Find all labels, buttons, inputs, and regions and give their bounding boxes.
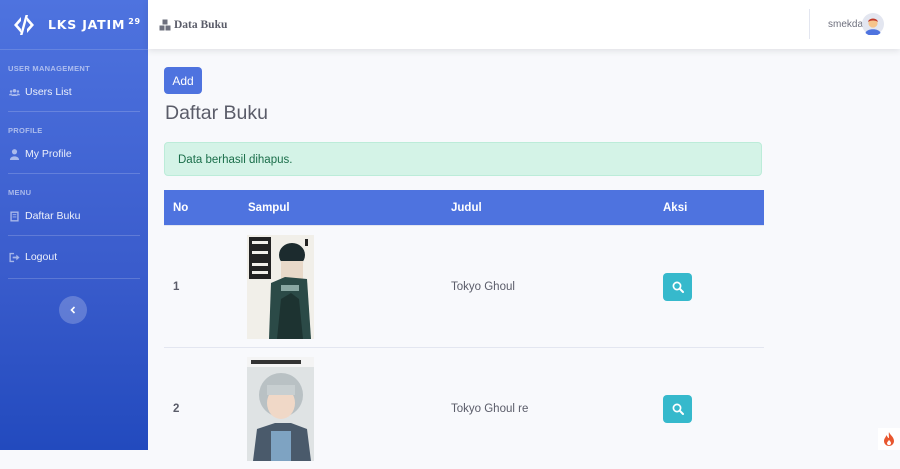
column-header-sampul: Sampul (239, 190, 442, 226)
sidebar-item-daftar-buku[interactable]: Daftar Buku (0, 201, 148, 231)
books-table: No Sampul Judul Aksi 1 (164, 190, 764, 469)
table-row: 1 (164, 226, 764, 348)
column-header-aksi: Aksi (654, 190, 764, 226)
table-header-row: No Sampul Judul Aksi (164, 190, 764, 226)
sidebar-heading-profile: PROFILE (0, 112, 148, 135)
book-title: Tokyo Ghoul (442, 226, 654, 348)
search-icon (672, 281, 684, 293)
sidebar-item-label: Logout (25, 251, 57, 263)
column-header-no: No (164, 190, 239, 226)
sidebar-divider (8, 235, 140, 236)
code-logo-icon (10, 11, 38, 39)
add-button[interactable]: Add (164, 67, 202, 94)
cover-cell (239, 348, 442, 469)
sidebar-heading-user-management: USER MANAGEMENT (0, 50, 148, 73)
view-button[interactable] (663, 273, 692, 301)
sidebar-toggle-button[interactable] (59, 296, 87, 324)
book-title: Tokyo Ghoul re (442, 348, 654, 469)
sidebar-item-logout[interactable]: Logout (0, 242, 148, 272)
action-cell (654, 348, 764, 469)
column-header-judul: Judul (442, 190, 654, 226)
username[interactable]: smekda (828, 19, 863, 30)
sidebar-item-label: Daftar Buku (25, 210, 80, 222)
book-cover-image (247, 357, 314, 461)
success-alert: Data berhasil dihapus. (164, 142, 762, 176)
action-cell (654, 226, 764, 348)
chevron-left-icon (69, 306, 77, 314)
avatar[interactable] (862, 13, 884, 35)
row-number: 1 (164, 226, 239, 348)
brand-name: LKS JATIM29 (48, 17, 141, 32)
page-heading: Data Buku (159, 19, 227, 31)
brand[interactable]: LKS JATIM29 (0, 0, 148, 50)
table-row: 2 Tokyo Ghoul re (164, 348, 764, 469)
search-icon (672, 403, 684, 415)
topbar-divider (809, 9, 810, 39)
sidebar-item-users-list[interactable]: Users List (0, 77, 148, 107)
sidebar-heading-menu: MENU (0, 174, 148, 197)
topbar: Data Buku smekda (148, 0, 900, 49)
row-number: 2 (164, 348, 239, 469)
sidebar-item-label: Users List (25, 86, 72, 98)
view-button[interactable] (663, 395, 692, 423)
sidebar-item-label: My Profile (25, 148, 72, 160)
page-title: Daftar Buku (165, 102, 268, 125)
sidebar-divider (8, 278, 140, 279)
sidebar: LKS JATIM29 USER MANAGEMENT Users List P… (0, 0, 148, 450)
cover-cell (239, 226, 442, 348)
boxes-icon (159, 19, 171, 31)
book-icon (9, 211, 20, 222)
sidebar-item-my-profile[interactable]: My Profile (0, 139, 148, 169)
sign-out-icon (9, 252, 20, 263)
page-heading-text: Data Buku (174, 19, 227, 31)
flame-icon[interactable] (878, 428, 900, 450)
user-icon (9, 149, 20, 160)
flame-icon-shape (883, 432, 895, 446)
book-cover-image (247, 235, 314, 339)
users-icon (9, 87, 20, 98)
